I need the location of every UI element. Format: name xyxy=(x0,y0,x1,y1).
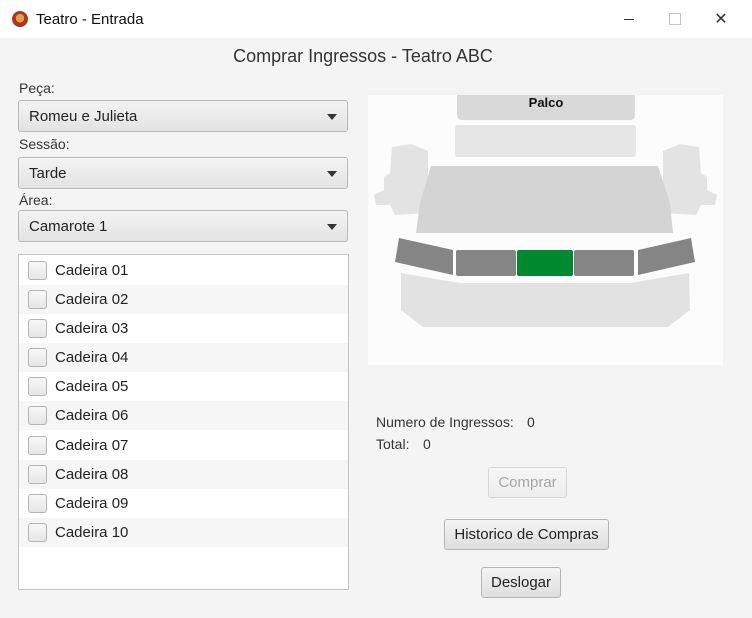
list-item[interactable]: Cadeira 10 xyxy=(19,518,348,547)
area-label: Área: xyxy=(19,192,53,208)
list-item[interactable]: Cadeira 05 xyxy=(19,372,348,401)
seat-label: Cadeira 04 xyxy=(55,349,129,366)
main-audience-section xyxy=(416,166,673,233)
chevron-down-icon xyxy=(327,114,337,120)
list-item[interactable]: Cadeira 02 xyxy=(19,285,348,314)
right-side-boxes xyxy=(663,144,717,215)
deslogar-button[interactable]: Deslogar xyxy=(481,567,561,598)
camarote-box xyxy=(574,250,634,276)
camarote-1-selected xyxy=(517,250,573,276)
seat-list[interactable]: Cadeira 01 Cadeira 02 Cadeira 03 Cadeira… xyxy=(18,254,349,590)
tickets-count-label: Numero de Ingressos: xyxy=(376,414,514,430)
seat-checkbox[interactable] xyxy=(28,377,47,396)
seat-label: Cadeira 10 xyxy=(55,524,129,541)
seat-label: Cadeira 02 xyxy=(55,291,129,308)
seat-label: Cadeira 03 xyxy=(55,320,129,337)
seat-checkbox[interactable] xyxy=(28,406,47,425)
maximize-button xyxy=(652,0,698,38)
seat-checkbox[interactable] xyxy=(28,348,47,367)
close-button[interactable]: ✕ xyxy=(698,0,744,38)
seat-checkbox[interactable] xyxy=(28,290,47,309)
seat-label: Cadeira 08 xyxy=(55,466,129,483)
total-label: Total: xyxy=(376,436,410,452)
seat-map-svg: Palco xyxy=(374,95,717,327)
seat-checkbox[interactable] xyxy=(28,436,47,455)
historico-button[interactable]: Historico de Compras xyxy=(444,519,609,550)
sessao-label: Sessão: xyxy=(19,136,70,152)
list-item[interactable]: Cadeira 09 xyxy=(19,489,348,518)
app-window: Teatro - Entrada ✕ Comprar Ingressos - T… xyxy=(0,0,752,618)
page-title: Comprar Ingressos - Teatro ABC xyxy=(233,46,493,66)
stage-label: Palco xyxy=(529,95,564,110)
close-icon: ✕ xyxy=(714,11,728,28)
maximize-icon xyxy=(669,13,681,25)
front-section xyxy=(455,125,636,157)
title-bar: Teatro - Entrada ✕ xyxy=(0,0,752,38)
seat-checkbox[interactable] xyxy=(28,261,47,280)
comprar-button[interactable]: Comprar xyxy=(488,467,567,498)
sessao-value: Tarde xyxy=(29,165,67,182)
seat-label: Cadeira 06 xyxy=(55,407,129,424)
minimize-button[interactable] xyxy=(606,0,652,38)
theater-seat-map: Palco xyxy=(368,95,723,365)
seat-label: Cadeira 05 xyxy=(55,378,129,395)
minimize-icon xyxy=(624,18,634,20)
list-item[interactable]: Cadeira 08 xyxy=(19,460,348,489)
list-item[interactable]: Cadeira 07 xyxy=(19,431,348,460)
camarote-box xyxy=(395,238,453,275)
list-item[interactable]: Cadeira 04 xyxy=(19,343,348,372)
window-title: Teatro - Entrada xyxy=(36,11,144,28)
camarote-box xyxy=(638,238,695,275)
seat-checkbox[interactable] xyxy=(28,494,47,513)
peca-label: Peça: xyxy=(19,80,55,96)
seat-label: Cadeira 01 xyxy=(55,262,129,279)
seat-checkbox[interactable] xyxy=(28,319,47,338)
camarote-box xyxy=(456,250,516,276)
tickets-count-value: 0 xyxy=(527,414,535,430)
total-value: 0 xyxy=(423,436,431,452)
seat-label: Cadeira 09 xyxy=(55,495,129,512)
peca-select[interactable]: Romeu e Julieta xyxy=(18,100,348,132)
peca-value: Romeu e Julieta xyxy=(29,108,138,125)
list-item[interactable]: Cadeira 03 xyxy=(19,314,348,343)
list-item[interactable]: Cadeira 06 xyxy=(19,401,348,430)
area-value: Camarote 1 xyxy=(29,218,108,235)
theater-mask-icon xyxy=(12,11,28,27)
list-item[interactable]: Cadeira 01 xyxy=(19,256,348,285)
chevron-down-icon xyxy=(327,171,337,177)
seat-label: Cadeira 07 xyxy=(55,437,129,454)
balcony-section xyxy=(401,273,690,327)
area-select[interactable]: Camarote 1 xyxy=(18,210,348,242)
seat-checkbox[interactable] xyxy=(28,523,47,542)
seat-checkbox[interactable] xyxy=(28,465,47,484)
sessao-select[interactable]: Tarde xyxy=(18,157,348,189)
chevron-down-icon xyxy=(327,224,337,230)
